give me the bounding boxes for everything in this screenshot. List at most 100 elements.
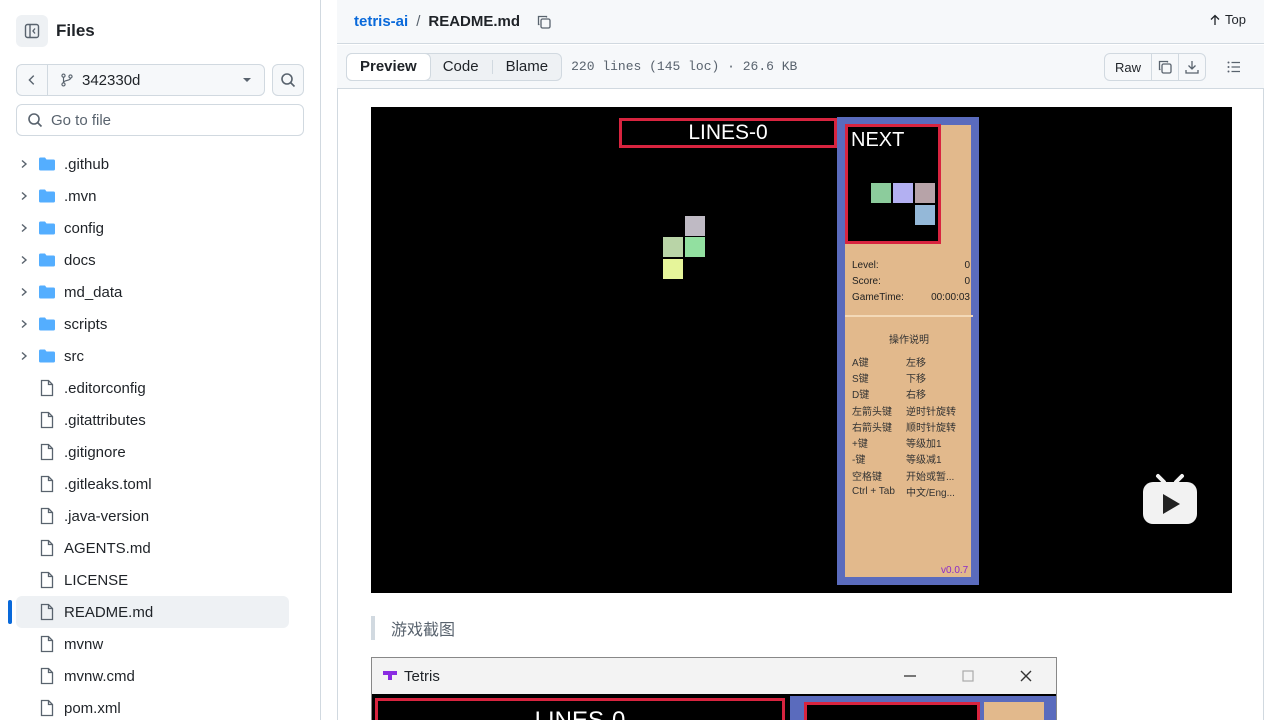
- control-key: 左箭头键: [852, 406, 892, 418]
- control-action: 等级减1: [906, 455, 942, 467]
- tree-file-selected[interactable]: README.md: [8, 596, 289, 628]
- chevron-right-icon[interactable]: [16, 252, 32, 268]
- chevron-right-icon[interactable]: [16, 188, 32, 204]
- close-button[interactable]: [1006, 664, 1046, 688]
- falling-block: [685, 237, 705, 257]
- tab-preview[interactable]: Preview: [346, 52, 431, 81]
- tree-folder[interactable]: src: [0, 340, 320, 372]
- back-to-top-link[interactable]: Top: [1209, 12, 1246, 27]
- falling-block: [663, 259, 683, 279]
- go-to-file-field[interactable]: [16, 104, 304, 136]
- tree-folder[interactable]: scripts: [0, 308, 320, 340]
- tree-file[interactable]: mvnw.cmd: [0, 660, 320, 692]
- tab-code[interactable]: Code: [430, 54, 492, 80]
- selection-indicator: [8, 600, 12, 624]
- file-icon: [38, 379, 56, 397]
- tree-file[interactable]: LICENSE: [0, 564, 320, 596]
- next-label: NEXT: [851, 129, 905, 151]
- collapse-sidebar-button[interactable]: [16, 15, 48, 47]
- copy-raw-button[interactable]: [1151, 54, 1178, 80]
- next-block: [871, 183, 891, 203]
- sidebar-title: Files: [56, 21, 95, 40]
- lines-counter: LINES-0: [619, 118, 837, 148]
- window-next-box: [804, 702, 980, 720]
- tree-folder[interactable]: md_data: [0, 276, 320, 308]
- tree-folder[interactable]: .mvn: [0, 180, 320, 212]
- list-unordered-icon: [1227, 61, 1240, 73]
- control-action: 等级加1: [906, 439, 942, 451]
- tree-folder[interactable]: .github: [0, 148, 320, 180]
- control-action: 开始或暂...: [906, 471, 955, 483]
- tree-folder[interactable]: config: [0, 212, 320, 244]
- file-icon: [38, 443, 56, 461]
- version-label: v0.0.7: [941, 565, 969, 576]
- tree-file[interactable]: .editorconfig: [0, 372, 320, 404]
- tree-file[interactable]: .gitleaks.toml: [0, 468, 320, 500]
- file-icon: [38, 507, 56, 525]
- folder-icon: [38, 283, 56, 301]
- tree-folder[interactable]: docs: [0, 244, 320, 276]
- file-icon: [38, 539, 56, 557]
- chevron-right-icon[interactable]: [16, 348, 32, 364]
- file-icon: [38, 635, 56, 653]
- chevron-right-icon[interactable]: [16, 220, 32, 236]
- tree-item-label: md_data: [64, 283, 123, 301]
- folder-icon: [38, 187, 56, 205]
- tree-item-label: pom.xml: [64, 699, 121, 717]
- stat-value: 0: [964, 259, 970, 271]
- control-key: 右箭头键: [852, 422, 892, 434]
- branch-selector[interactable]: 342330d: [48, 64, 265, 96]
- chevron-right-icon[interactable]: [16, 156, 32, 172]
- copy-icon: [537, 15, 551, 29]
- maximize-button[interactable]: [948, 664, 988, 688]
- raw-button[interactable]: Raw: [1105, 54, 1151, 80]
- tab-blame[interactable]: Blame: [493, 54, 562, 80]
- tree-file[interactable]: .gitignore: [0, 436, 320, 468]
- control-row: 左箭头键 逆时针旋转: [852, 402, 970, 418]
- chevron-right-icon[interactable]: [16, 316, 32, 332]
- folder-icon: [38, 251, 56, 269]
- readme-content: LINES-0 NEXT Level: 0 Score: 0 GameTime:…: [337, 89, 1264, 720]
- next-block: [893, 183, 913, 203]
- tree-item-label: src: [64, 347, 84, 365]
- control-action: 左移: [906, 357, 926, 369]
- tree-item-label: .gitignore: [64, 443, 126, 461]
- tree-item-label: README.md: [64, 603, 154, 621]
- file-toolbar: Preview Code Blame 220 lines (145 loc) ·…: [337, 45, 1264, 89]
- tetris-logo-icon: [383, 671, 397, 680]
- tree-file[interactable]: mvnw: [0, 628, 320, 660]
- control-key: Ctrl + Tab: [852, 486, 895, 498]
- file-icon: [38, 603, 56, 621]
- tree-item-label: .gitleaks.toml: [64, 475, 152, 493]
- search-icon: [281, 73, 296, 88]
- tree-file[interactable]: AGENTS.md: [0, 532, 320, 564]
- tree-file[interactable]: .gitattributes: [0, 404, 320, 436]
- control-row: 右箭头键 顺时针旋转: [852, 418, 970, 434]
- back-button[interactable]: [16, 64, 48, 96]
- chevron-right-icon[interactable]: [16, 284, 32, 300]
- stat-label: Score:: [852, 275, 881, 287]
- play-video-icon[interactable]: [1141, 473, 1199, 527]
- breadcrumb-repo-link[interactable]: tetris-ai: [354, 13, 408, 30]
- tree-file[interactable]: .java-version: [0, 500, 320, 532]
- window-panel-body: [984, 702, 1044, 720]
- minimize-button[interactable]: [890, 664, 930, 688]
- search-button[interactable]: [272, 64, 304, 96]
- tree-file[interactable]: pom.xml: [0, 692, 320, 720]
- tree-item-label: AGENTS.md: [64, 539, 151, 557]
- control-key: D键: [852, 390, 870, 402]
- game-window-screenshot: Tetris LINES-0: [371, 657, 1057, 720]
- outline-button[interactable]: [1220, 53, 1248, 81]
- maximize-icon: [962, 670, 974, 682]
- close-icon: [1020, 670, 1032, 682]
- file-meta: 220 lines (145 loc) · 26.6 KB: [571, 59, 798, 74]
- control-key: +键: [852, 439, 868, 451]
- go-to-file-input[interactable]: [51, 111, 281, 129]
- control-row: Ctrl + Tab 中文/Eng...: [852, 483, 970, 499]
- game-demo-video[interactable]: LINES-0 NEXT Level: 0 Score: 0 GameTime:…: [371, 107, 1232, 593]
- download-button[interactable]: [1178, 54, 1205, 80]
- folder-icon: [38, 347, 56, 365]
- file-icon: [38, 571, 56, 589]
- copy-path-button[interactable]: [532, 10, 556, 34]
- file-icon: [38, 475, 56, 493]
